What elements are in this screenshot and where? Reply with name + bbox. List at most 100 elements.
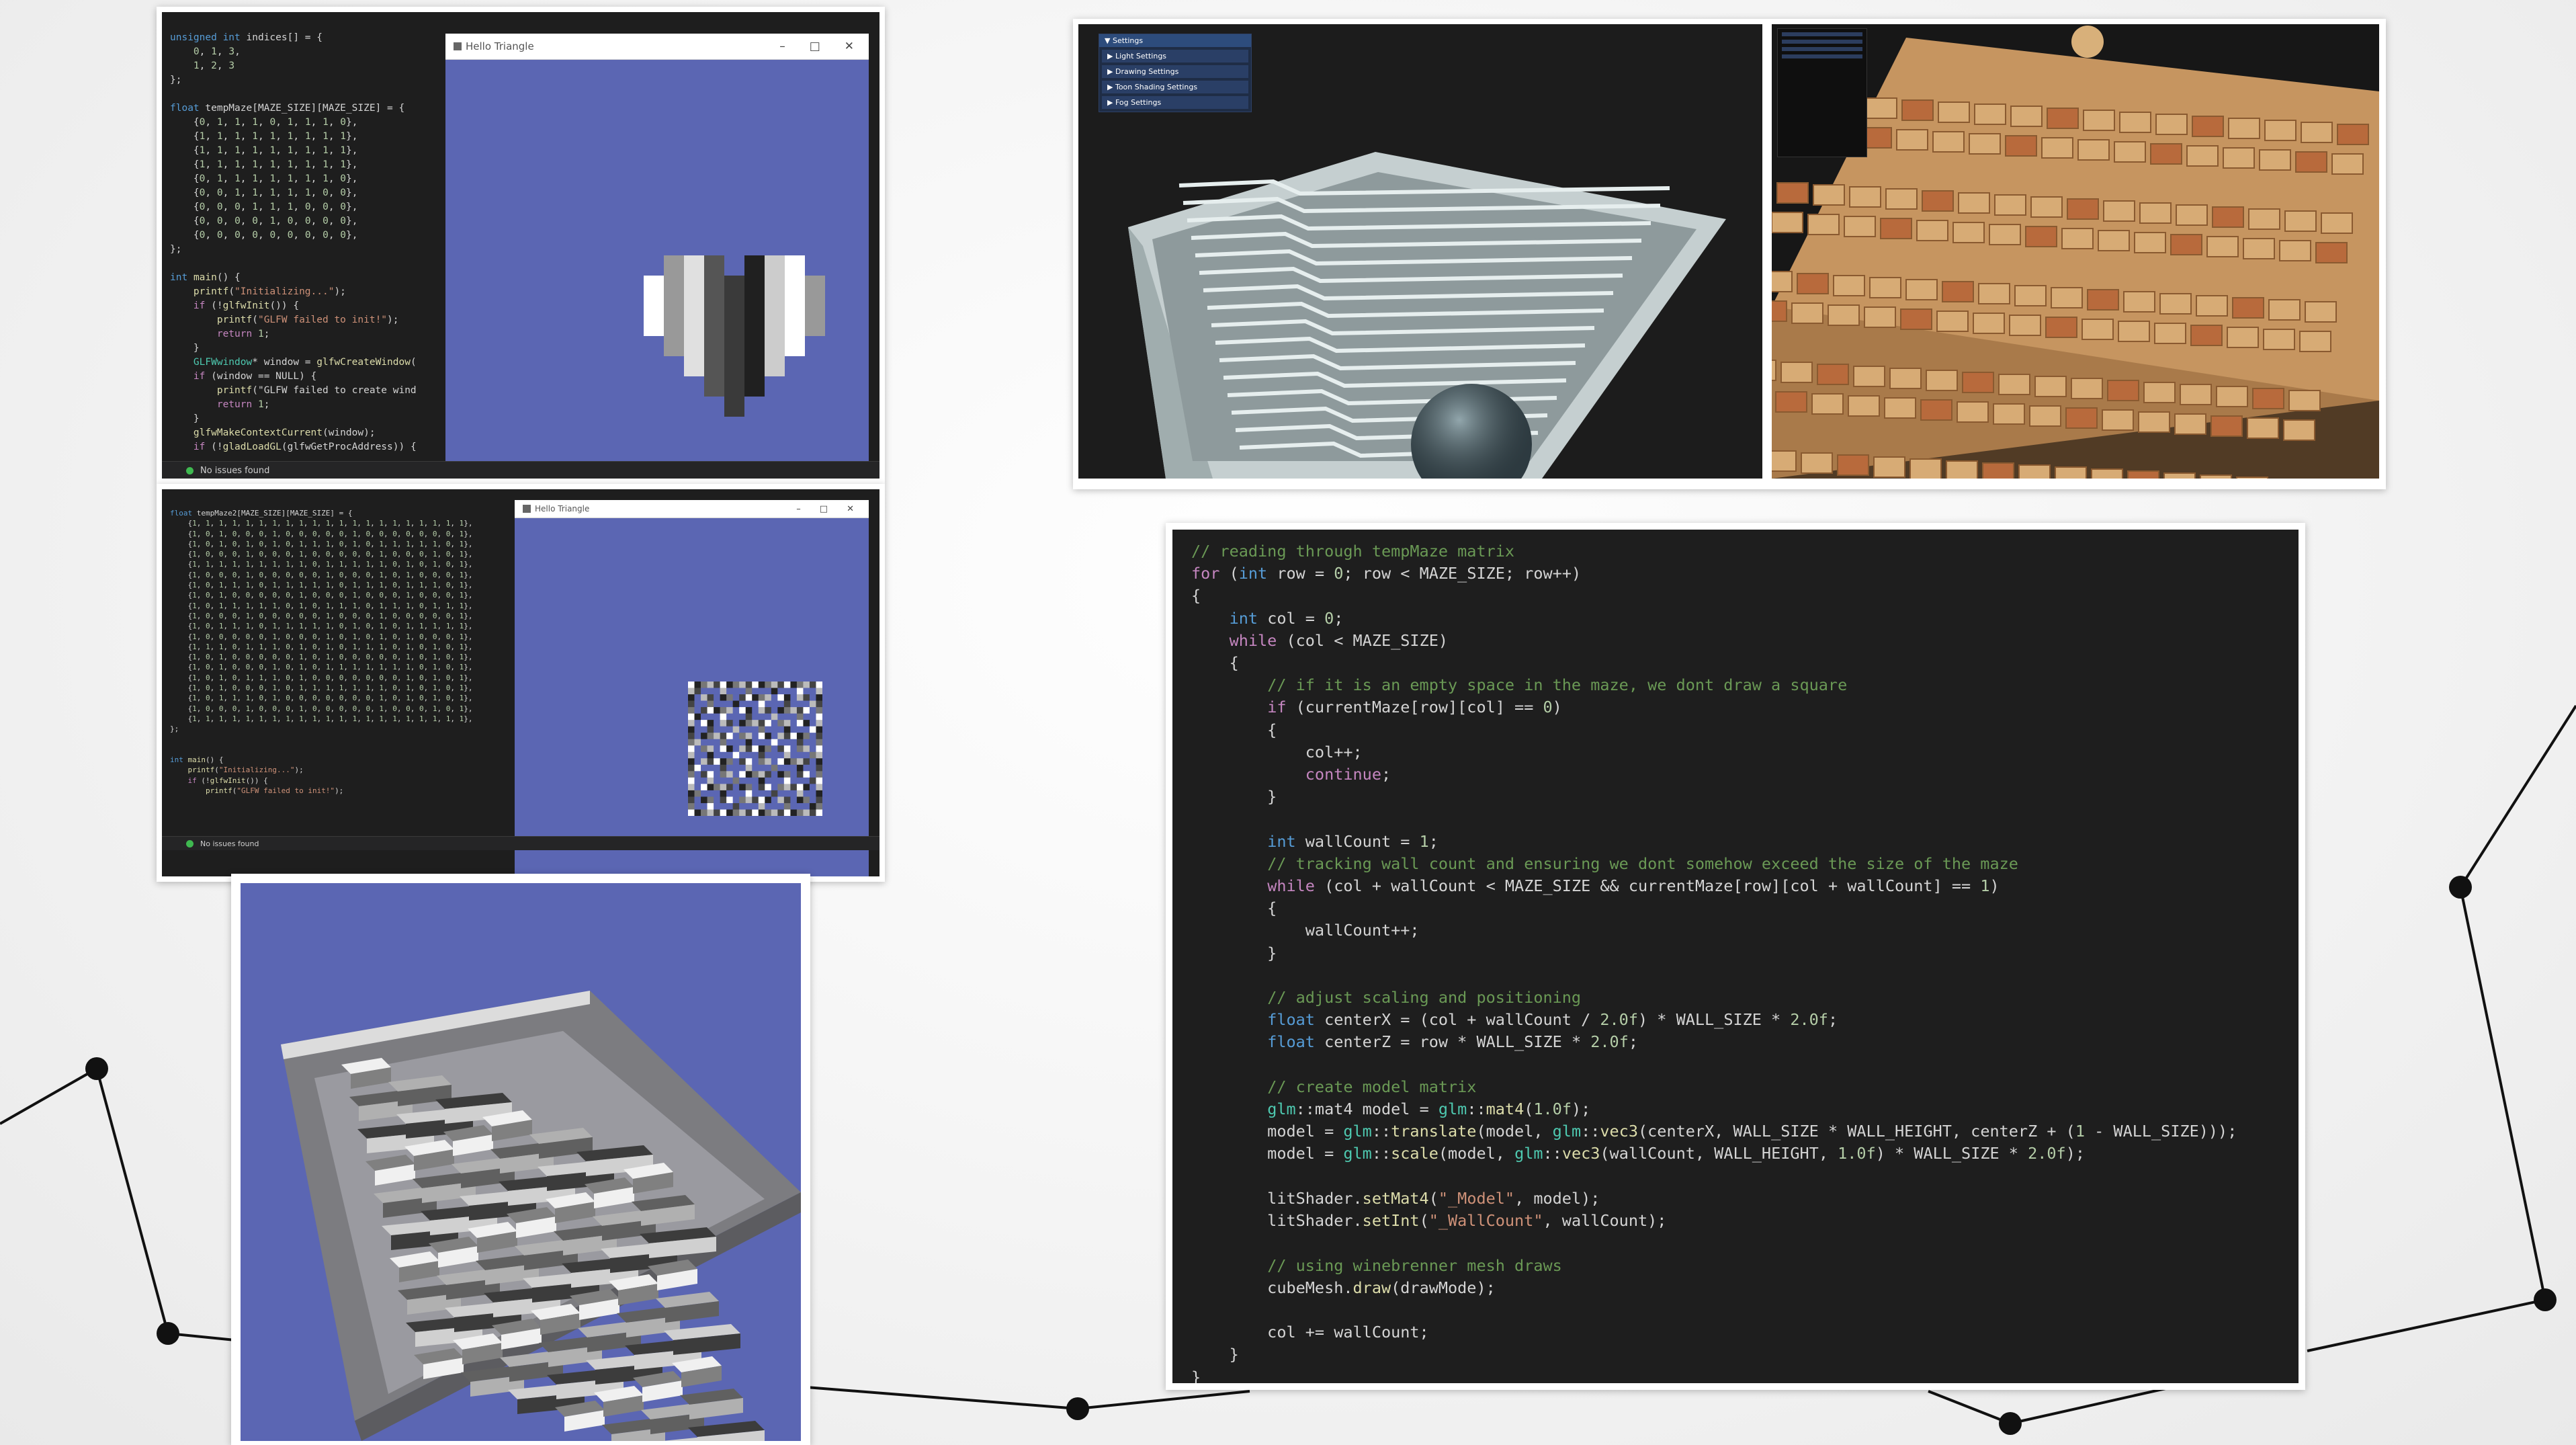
toon-wall-block bbox=[1880, 218, 1912, 239]
toon-wall-block bbox=[2034, 376, 2067, 397]
maze-pixel bbox=[771, 688, 778, 695]
heart-pixel bbox=[785, 336, 805, 356]
maximize-icon[interactable]: □ bbox=[810, 40, 820, 53]
close-icon[interactable]: ✕ bbox=[845, 40, 854, 53]
settings-item-fog[interactable]: ▶ Fog Settings bbox=[1102, 96, 1248, 109]
code-line: int main() { bbox=[170, 755, 224, 765]
maze-pixel bbox=[771, 713, 778, 720]
toon-wall-block bbox=[2259, 149, 2291, 171]
toon-wall-block bbox=[1998, 374, 2030, 395]
code-line: {1, 1, 1, 1, 1, 1, 1, 1, 1, 1, 1, 1, 1, … bbox=[170, 519, 473, 528]
settings-panel-collapsed[interactable] bbox=[1777, 28, 1867, 157]
toon-wall-block bbox=[2138, 411, 2170, 433]
maze-pixel bbox=[777, 751, 785, 759]
maze-pixel bbox=[771, 682, 778, 689]
heart-pixel bbox=[664, 255, 684, 276]
toon-wall-block bbox=[2315, 242, 2348, 263]
code-line: continue; bbox=[1305, 765, 1391, 784]
maze-pixel bbox=[803, 700, 810, 708]
maze-pixel bbox=[739, 726, 746, 733]
toon-wall-block bbox=[2200, 474, 2232, 479]
maze-pixel bbox=[739, 771, 746, 778]
maze-pixel bbox=[809, 764, 816, 772]
toon-wall-block bbox=[2123, 291, 2155, 313]
maze-pixel bbox=[732, 694, 740, 702]
settings-panel[interactable]: ▼ Settings ▶ Light Settings ▶ Drawing Se… bbox=[1099, 34, 1252, 112]
maze-pixel bbox=[688, 707, 695, 714]
heart-pixel bbox=[805, 316, 825, 336]
toon-wall-block bbox=[2103, 200, 2135, 222]
maze-pixel bbox=[765, 784, 772, 791]
toon-wall-block bbox=[2190, 325, 2223, 346]
maze-pixel bbox=[701, 688, 708, 695]
window-titlebar[interactable]: Hello Triangle – □ ✕ bbox=[515, 500, 869, 518]
maze-pixel bbox=[707, 796, 714, 804]
toon-wall-block bbox=[1865, 97, 1897, 119]
toon-wall-block bbox=[1864, 306, 1896, 328]
maze-pixel bbox=[796, 733, 804, 740]
maze-pixel bbox=[803, 802, 810, 810]
close-icon[interactable]: ✕ bbox=[847, 504, 854, 514]
settings-item-toon[interactable]: ▶ Toon Shading Settings bbox=[1102, 81, 1248, 93]
maze-pixel bbox=[732, 777, 740, 784]
heart-pixel bbox=[704, 255, 724, 276]
toon-wall-block bbox=[1797, 273, 1829, 294]
maze-pixel bbox=[701, 700, 708, 708]
maze-pixel bbox=[739, 720, 746, 727]
maze-pixel bbox=[796, 700, 804, 708]
maze-pixel bbox=[707, 751, 714, 759]
maze-pixel bbox=[720, 802, 727, 810]
maze-pixel bbox=[816, 777, 822, 784]
maze-pixel bbox=[783, 726, 791, 733]
maze-pixel bbox=[701, 713, 708, 720]
heart-pixel bbox=[704, 376, 724, 397]
maze-pixel bbox=[758, 745, 765, 753]
maze-pixel bbox=[790, 733, 798, 740]
gl-window-heart[interactable]: Hello Triangle – □ ✕ bbox=[445, 34, 869, 468]
maze-pixel bbox=[726, 784, 734, 791]
maze-pixel bbox=[714, 751, 721, 759]
editor-code[interactable]: unsigned int indices[] = { 0, 1, 3, 1, 2… bbox=[170, 31, 417, 454]
toon-wall-block bbox=[1926, 370, 1958, 391]
toon-wall-block bbox=[2192, 116, 2224, 137]
toon-wall-block bbox=[2071, 378, 2103, 399]
maze-pixel bbox=[688, 790, 695, 797]
toon-wall-block bbox=[1884, 397, 1916, 419]
maze-pixel bbox=[707, 790, 714, 797]
toon-wall-block bbox=[1813, 184, 1845, 206]
settings-header[interactable]: ▼ Settings bbox=[1099, 34, 1251, 47]
connector-node bbox=[2449, 876, 2472, 899]
code-editor[interactable]: float tempMaze2[MAZE_SIZE][MAZE_SIZE] = … bbox=[162, 489, 879, 876]
maze-pixel bbox=[688, 733, 695, 740]
maze-pixel bbox=[732, 771, 740, 778]
code-line: {1, 0, 1, 1, 1, 1, 1, 0, 1, 0, 1, 1, 1, … bbox=[170, 601, 473, 610]
maze-pixel bbox=[707, 733, 714, 740]
code-editor[interactable]: unsigned int indices[] = { 0, 1, 3, 1, 2… bbox=[162, 12, 879, 479]
toon-wall-block bbox=[1900, 308, 1932, 330]
heart-pixel bbox=[684, 356, 704, 376]
maximize-icon[interactable]: □ bbox=[820, 504, 828, 514]
window-titlebar[interactable]: Hello Triangle – □ ✕ bbox=[445, 34, 869, 60]
maze-pixel bbox=[707, 764, 714, 772]
maze-pixel bbox=[816, 771, 822, 778]
gl-window-maze[interactable]: Hello Triangle – □ ✕ bbox=[515, 500, 869, 876]
toon-wall-block bbox=[2163, 472, 2196, 479]
minimize-icon[interactable]: – bbox=[779, 40, 785, 53]
code-block[interactable]: // reading through tempMaze matrix for (i… bbox=[1191, 540, 2237, 1383]
maze-pixel bbox=[796, 777, 804, 784]
maze-pixel bbox=[783, 700, 791, 708]
maze-pixel bbox=[720, 682, 727, 689]
toon-wall-block bbox=[2283, 419, 2315, 441]
maze-pixel bbox=[771, 707, 778, 714]
maze-pixel bbox=[777, 784, 785, 791]
status-text: No issues found bbox=[200, 839, 259, 848]
settings-item-drawing[interactable]: ▶ Drawing Settings bbox=[1102, 65, 1248, 78]
settings-item-light[interactable]: ▶ Light Settings bbox=[1102, 50, 1248, 63]
code-editor[interactable]: // reading through tempMaze matrix for (i… bbox=[1172, 530, 2299, 1383]
maze-pixel bbox=[777, 726, 785, 733]
minimize-icon[interactable]: – bbox=[796, 504, 801, 514]
editor-code[interactable]: float tempMaze2[MAZE_SIZE][MAZE_SIZE] = … bbox=[170, 508, 473, 796]
maze-pixel bbox=[777, 707, 785, 714]
maze-pixel bbox=[714, 688, 721, 695]
